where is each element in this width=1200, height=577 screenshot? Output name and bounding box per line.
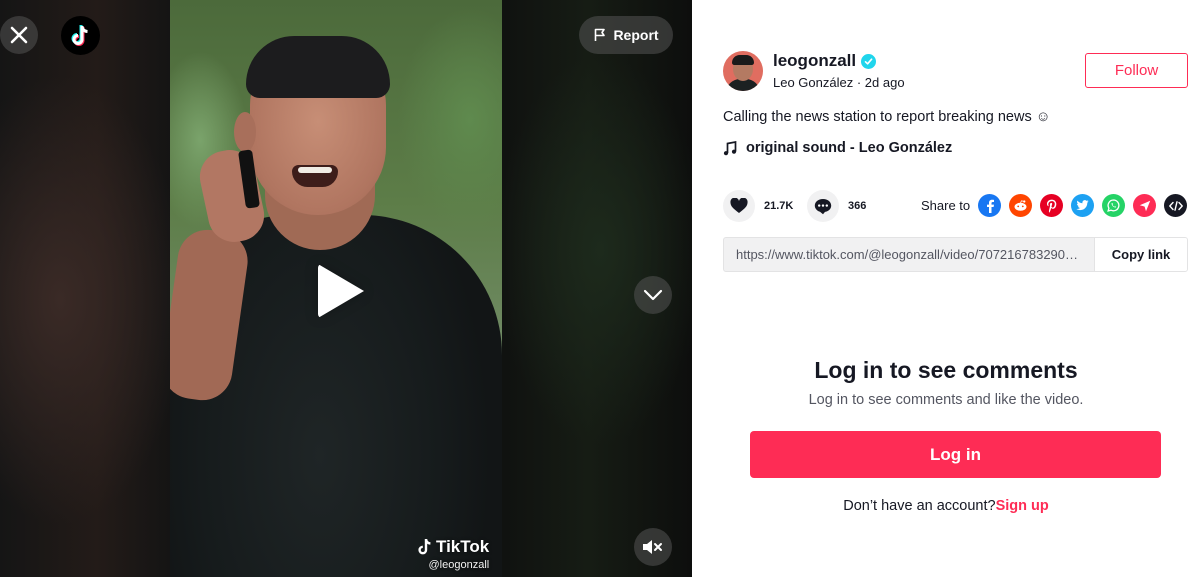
tiktok-video-page: Report TikTok @leogonzall leogonzall Leo… [0,0,1200,577]
report-button[interactable]: Report [579,16,673,54]
video-subject-mouth [292,165,338,187]
tiktok-logo-icon [71,24,88,46]
share-targets [978,194,1187,217]
author-avatar[interactable] [723,51,763,91]
like-button[interactable]: 21.7K [723,190,793,222]
music-note-icon [723,140,737,155]
send-to-friends-icon[interactable] [1133,194,1156,217]
share-link-box: https://www.tiktok.com/@leogonzall/video… [723,237,1188,272]
comment-count: 366 [848,200,867,212]
report-label: Report [613,27,659,43]
whatsapp-icon[interactable] [1102,194,1125,217]
share-link-url[interactable]: https://www.tiktok.com/@leogonzall/video… [724,238,1094,271]
watermark-brand: TikTok [417,537,489,557]
login-button[interactable]: Log in [750,431,1161,478]
author-username-text: leogonzall [773,51,857,70]
like-count: 21.7K [764,200,794,212]
close-button[interactable] [0,16,38,54]
no-account-text: Don’t have an account? [843,498,996,514]
mute-button[interactable] [634,528,672,566]
signup-row: Don’t have an account?Sign up [692,498,1200,514]
embed-code-icon[interactable] [1164,194,1187,217]
video-subject-ear [234,112,256,152]
flag-icon [595,28,606,41]
tiktok-logo[interactable] [61,16,100,55]
post-info-pane: leogonzall Leo González · 2d ago Follow … [692,0,1200,577]
video-subject-hair [246,36,390,98]
facebook-icon[interactable] [978,194,1001,217]
music-title: original sound - Leo González [746,140,953,156]
copy-link-button[interactable]: Copy link [1094,238,1187,271]
muted-speaker-icon [643,540,662,554]
login-prompt-subtitle: Log in to see comments and like the vide… [808,392,1084,408]
music-link[interactable]: original sound - Leo González [723,140,952,156]
tiktok-note-icon [418,539,431,555]
play-icon[interactable] [318,264,364,318]
subline-separator: · [853,75,865,90]
watermark-brand-text: TikTok [436,537,490,556]
author-display-name: Leo González [773,75,854,90]
login-prompt-title: Log in to see comments [814,357,1078,383]
heart-icon [723,190,755,222]
avatar-hair [732,55,754,65]
author-subline: Leo González · 2d ago [773,75,905,90]
signup-link[interactable]: Sign up [996,498,1049,514]
video-pane: Report TikTok @leogonzall [0,0,692,577]
twitter-icon[interactable] [1071,194,1094,217]
follow-button[interactable]: Follow [1085,53,1188,88]
watermark-username: @leogonzall [428,559,490,571]
share-label: Share to [921,198,971,213]
comment-icon [807,190,839,222]
post-time: 2d ago [864,75,905,90]
pinterest-icon[interactable] [1040,194,1063,217]
post-description: Calling the news station to report break… [723,109,1051,125]
verified-badge-icon [861,53,877,69]
comment-button[interactable]: 366 [807,190,866,222]
reddit-icon[interactable] [1009,194,1032,217]
close-icon [10,26,28,44]
author-username[interactable]: leogonzall [773,51,877,71]
chevron-down-icon [643,289,663,301]
video-watermark: TikTok @leogonzall [417,537,489,571]
next-video-button[interactable] [634,276,672,314]
